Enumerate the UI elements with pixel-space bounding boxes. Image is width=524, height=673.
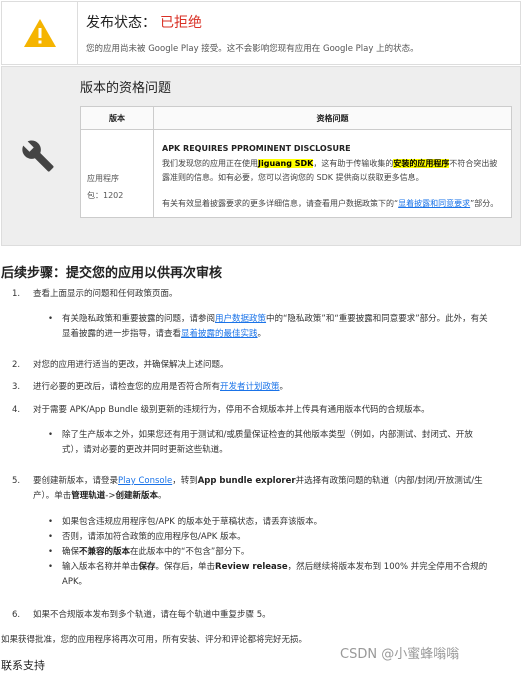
contact-support-heading: 联系支持 <box>1 659 45 672</box>
bullet: • <box>48 517 54 527</box>
text-part: 要创建新版本，请登录 <box>33 476 119 486</box>
qualification-icon-cell <box>2 67 74 245</box>
status-value: 已拒绝 <box>160 15 202 31</box>
issue-text: 有关有效显着披露要求的更多详细信息，请查看用户数据政策下的“ <box>162 199 399 208</box>
bold-text: Review release <box>215 562 288 572</box>
bold-text: 不兼容的版本 <box>79 547 131 557</box>
qualification-title: 版本的资格问题 <box>80 81 172 96</box>
status-panel: 发布状态： 已拒绝 您的应用尚未被 Google Play 接受。这不会影响您现有… <box>1 1 521 65</box>
status-description: 您的应用尚未被 Google Play 接受。这不会影响您现有应用在 Googl… <box>86 44 419 54</box>
step-text: 如果不合规版本发布到多个轨道，请在每个轨道中重复步骤 5。 <box>33 610 271 620</box>
step-text: 查看上面显示的问题和任何政策页面。 <box>33 289 178 299</box>
issue-heading: APK REQUIRES PPROMINENT DISCLOSURE <box>162 144 351 153</box>
issue-text: 我们发现您的应用正在使用 <box>162 159 258 168</box>
text-part: 。 <box>279 382 289 392</box>
user-data-policy-link[interactable]: 用户数据政策 <box>215 314 266 324</box>
qualification-panel: 版本的资格问题 版本 资格问题 应用程序 包：1202 APK REQUIRES… <box>1 66 521 246</box>
status-label: 发布状态： <box>86 15 156 31</box>
bullet: • <box>48 547 54 557</box>
text-part: 在此版本中的“不包含”部分下。 <box>130 547 250 557</box>
next-steps-title: 后续步骤：提交您的应用以供再次审核 <box>1 266 223 281</box>
text-part: 有关隐私政策和重要披露的问题，请参阅 <box>62 314 216 324</box>
issue-text: ”部分。 <box>470 199 499 208</box>
table-row: 应用程序 包：1202 APK REQUIRES PPROMINENT DISC… <box>80 129 512 218</box>
bullet: • <box>48 430 54 440</box>
status-icon-cell <box>2 2 78 64</box>
issue-description: 我们发现您的应用正在使用Jiguang SDK，这有助于传输收集的安装的应用程序… <box>162 157 503 185</box>
bullet: • <box>48 532 54 542</box>
issue-cell: APK REQUIRES PPROMINENT DISCLOSURE 我们发现您… <box>153 129 512 218</box>
step-number: 5. <box>12 476 21 486</box>
text-part: 。 <box>158 491 167 501</box>
sub-step-text: 否则，请添加符合政策的应用程序包/APK 版本。 <box>62 532 246 542</box>
warning-icon <box>23 19 56 47</box>
bold-text: 管理轨道 <box>71 491 106 501</box>
step-number: 4. <box>12 405 21 415</box>
approval-note: 如果获得批准，您的应用程序将再次可用，所有安装、评分和评论都将完好无损。 <box>1 635 308 645</box>
status-content: 发布状态： 已拒绝 您的应用尚未被 Google Play 接受。这不会影响您现有… <box>78 2 427 64</box>
bullet: • <box>48 314 54 324</box>
issue-text: ，这有助于传输收集的 <box>313 159 394 168</box>
prominent-disclosure-link[interactable]: 显着披露和同意要求 <box>398 199 470 208</box>
status-title: 发布状态： 已拒绝 <box>86 12 419 32</box>
wrench-icon <box>22 140 54 172</box>
bullet: • <box>48 562 54 572</box>
text-part: 。保存后，单击 <box>155 562 216 572</box>
text-part: -> <box>105 491 116 501</box>
text-part: 输入版本名称并单击 <box>62 562 139 572</box>
disclosure-best-practices-link[interactable]: 显着披露的最佳实践 <box>181 329 258 339</box>
sub-step-text: 如果包含违规应用程序包/APK 的版本处于草稿状态，请丢弃该版本。 <box>62 517 323 527</box>
step-number: 6. <box>12 610 21 620</box>
developer-policy-link[interactable]: 开发者计划政策 <box>220 382 280 392</box>
step-text: 要创建新版本，请登录Play Console，转到App bundle expl… <box>33 474 503 504</box>
sub-step-text: 确保不兼容的版本在此版本中的“不包含”部分下。 <box>62 545 492 560</box>
issue-sdk-highlight: Jiguang SDK <box>258 159 314 168</box>
watermark: CSDN @小蜜蜂嗡嗡 <box>340 647 460 662</box>
text-part: ，转到 <box>172 476 198 486</box>
step-number: 2. <box>12 360 21 370</box>
column-header-issue: 资格问题 <box>153 106 512 130</box>
issue-installed-apps-highlight: 安装的应用程序 <box>393 159 450 168</box>
version-cell: 应用程序 包：1202 <box>80 129 154 218</box>
step-number: 3. <box>12 382 21 392</box>
bold-text: 创建新版本 <box>115 491 158 501</box>
qualification-table: 版本 资格问题 应用程序 包：1202 APK REQUIRES PPROMIN… <box>80 106 512 218</box>
issue-more-info: 有关有效显着披露要求的更多详细信息，请查看用户数据政策下的“显着披露和同意要求”… <box>162 197 503 211</box>
sub-step-text: 有关隐私政策和重要披露的问题，请参阅用户数据政策中的“隐私政策”和“重要披露和同… <box>62 312 492 342</box>
sub-step-text: 除了生产版本之外，如果您还有用于测试和/或质量保证检查的其他版本类型（例如，内部… <box>62 430 473 455</box>
step-text: 对您的应用进行适当的更改，并确保解决上述问题。 <box>33 360 229 370</box>
table-header-row: 版本 资格问题 <box>80 106 512 130</box>
bold-text: App bundle explorer <box>197 476 296 486</box>
step-text: 对于需要 APK/App Bundle 级别更新的违规行为，停用不合规版本并上传… <box>33 405 430 415</box>
text-part: 确保 <box>62 547 80 557</box>
column-header-version: 版本 <box>80 106 154 130</box>
bold-text: 保存 <box>138 562 156 572</box>
play-console-link[interactable]: Play Console <box>118 476 172 486</box>
text-part: 。 <box>257 329 267 339</box>
sub-step-text: 输入版本名称并单击保存。保存后，单击Review release，然后继续将版本… <box>62 560 492 590</box>
step-text: 进行必要的更改后，请检查您的应用是否符合所有开发者计划政策。 <box>33 380 503 395</box>
version-package-label: 包：1202 <box>87 191 124 200</box>
version-app-label: 应用程序 <box>87 174 119 183</box>
step-number: 1. <box>12 289 21 299</box>
qualification-content: 版本的资格问题 版本 资格问题 应用程序 包：1202 APK REQUIRES… <box>74 67 520 245</box>
text-part: 进行必要的更改后，请检查您的应用是否符合所有 <box>33 382 221 392</box>
